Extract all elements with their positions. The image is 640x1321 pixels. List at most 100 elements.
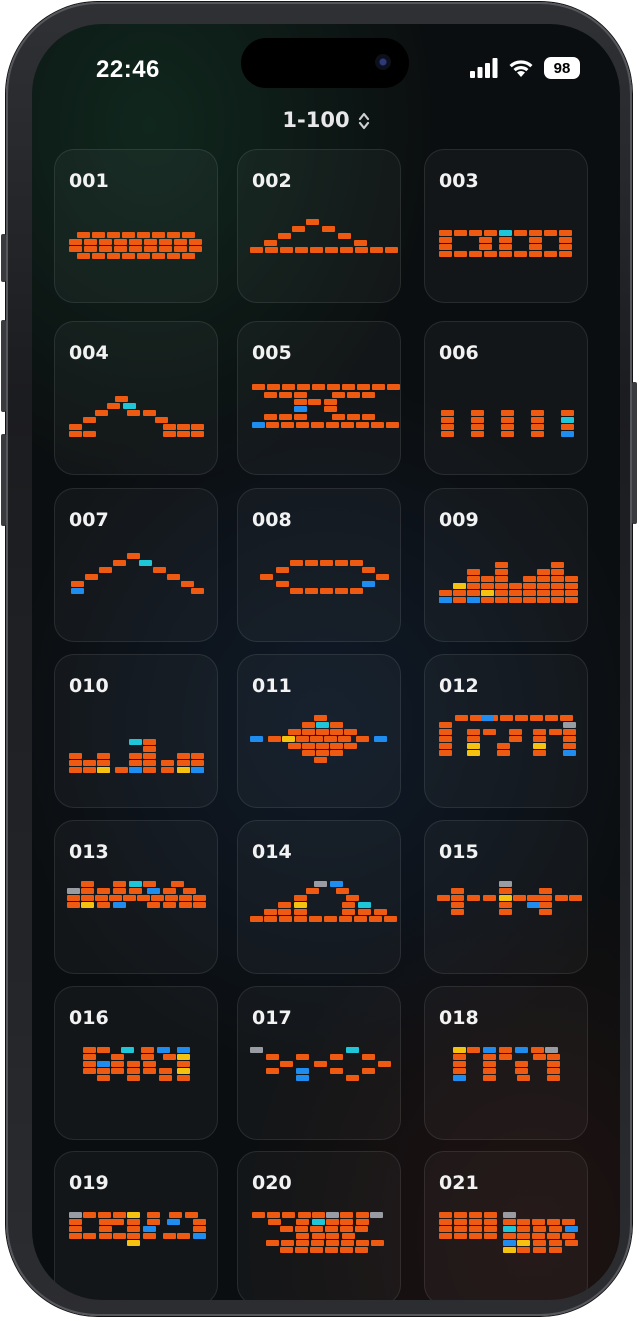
level-card[interactable]: 012: [424, 654, 588, 808]
level-card[interactable]: 001: [54, 149, 218, 303]
brick: [509, 729, 522, 735]
brick: [356, 1219, 369, 1225]
brick: [560, 715, 573, 721]
level-card[interactable]: 009: [424, 488, 588, 642]
brick: [174, 246, 187, 252]
brick: [193, 902, 206, 908]
brick: [501, 431, 514, 437]
brick: [342, 1233, 355, 1239]
brick: [250, 1047, 263, 1053]
level-card[interactable]: 014: [237, 820, 401, 974]
brick: [97, 760, 110, 766]
brick: [357, 384, 370, 390]
brick: [69, 431, 82, 437]
level-preview: [250, 1212, 390, 1296]
brick: [330, 1068, 343, 1074]
brick: [358, 902, 371, 908]
brick: [69, 246, 82, 252]
level-card[interactable]: 016: [54, 986, 218, 1140]
level-card[interactable]: 007: [54, 488, 218, 642]
brick: [177, 1061, 190, 1067]
brick: [81, 888, 94, 894]
range-selector[interactable]: 1-100: [32, 108, 620, 132]
brick: [479, 237, 492, 243]
level-card[interactable]: 011: [237, 654, 401, 808]
brick: [193, 1226, 206, 1232]
brick: [330, 729, 343, 735]
level-card[interactable]: 020: [237, 1151, 401, 1300]
brick: [282, 384, 295, 390]
level-card[interactable]: 008: [237, 488, 401, 642]
action-button: [1, 234, 6, 282]
brick: [565, 583, 578, 589]
brick: [469, 1212, 482, 1218]
brick: [326, 1240, 339, 1246]
brick: [294, 902, 307, 908]
brick: [165, 895, 178, 901]
level-card[interactable]: 010: [54, 654, 218, 808]
brick: [559, 237, 572, 243]
brick: [99, 1226, 112, 1232]
level-preview: [437, 382, 577, 466]
level-card[interactable]: 017: [237, 986, 401, 1140]
brick: [499, 1047, 512, 1053]
brick: [531, 424, 544, 430]
brick: [330, 1054, 343, 1060]
brick: [311, 1240, 324, 1246]
brick: [268, 736, 281, 742]
level-card[interactable]: 006: [424, 321, 588, 475]
level-number: 016: [69, 1007, 109, 1029]
brick: [295, 1226, 308, 1232]
brick: [159, 239, 172, 245]
brick: [533, 1247, 546, 1253]
level-preview: [437, 549, 578, 633]
level-card[interactable]: 019: [54, 1151, 218, 1300]
brick: [264, 916, 277, 922]
brick: [517, 1226, 530, 1232]
brick: [312, 1212, 325, 1218]
brick: [551, 583, 564, 589]
level-number: 005: [252, 342, 292, 364]
level-card[interactable]: 021: [424, 1151, 588, 1300]
level-card[interactable]: 002: [237, 149, 401, 303]
brick: [191, 753, 204, 759]
level-card[interactable]: 005: [237, 321, 401, 475]
brick: [454, 1212, 467, 1218]
brick: [545, 1047, 558, 1053]
brick: [316, 743, 329, 749]
brick: [81, 881, 94, 887]
brick: [302, 729, 315, 735]
level-card[interactable]: 018: [424, 986, 588, 1140]
brick: [509, 590, 522, 596]
brick: [467, 569, 480, 575]
brick: [83, 1233, 96, 1239]
brick: [481, 715, 494, 721]
brick: [69, 767, 82, 773]
brick: [559, 230, 572, 236]
brick: [441, 417, 454, 423]
level-card[interactable]: 003: [424, 149, 588, 303]
brick: [252, 1212, 265, 1218]
brick: [362, 414, 375, 420]
level-card[interactable]: 004: [54, 321, 218, 475]
brick: [471, 417, 484, 423]
brick: [179, 895, 192, 901]
brick: [294, 916, 307, 922]
brick: [523, 590, 536, 596]
brick: [127, 1240, 140, 1246]
brick: [324, 916, 337, 922]
brick: [340, 1219, 353, 1225]
brick: [483, 729, 496, 735]
brick: [314, 715, 327, 721]
brick: [111, 1219, 124, 1225]
level-card[interactable]: 013: [54, 820, 218, 974]
brick: [481, 597, 494, 603]
level-card[interactable]: 015: [424, 820, 588, 974]
brick: [296, 1068, 309, 1074]
level-preview: [67, 382, 207, 466]
brick: [298, 1212, 311, 1218]
brick: [499, 230, 512, 236]
brick: [551, 576, 564, 582]
brick: [330, 750, 343, 756]
brick: [326, 1219, 339, 1225]
